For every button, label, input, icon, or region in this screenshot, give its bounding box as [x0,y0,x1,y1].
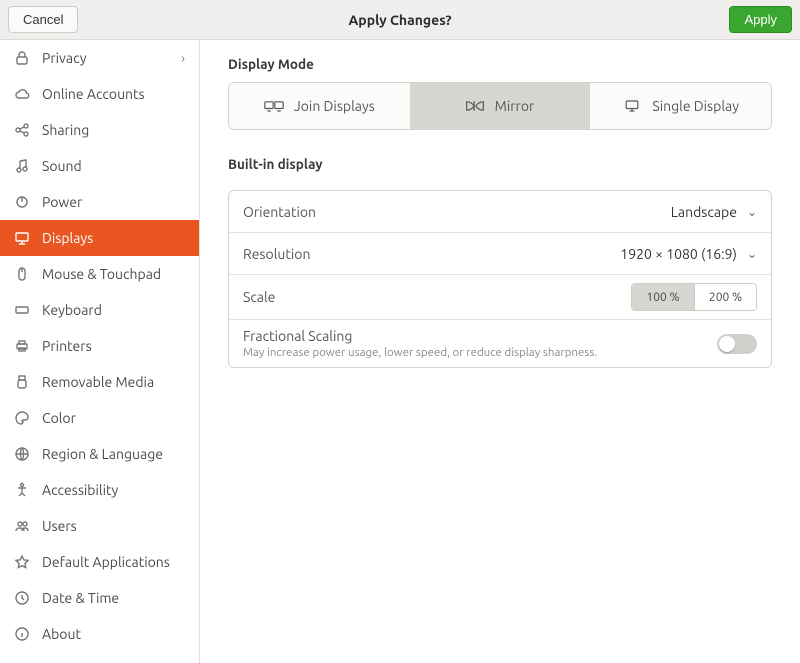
builtin-display-panel: Orientation Landscape ⌄ Resolution 1920 … [228,190,772,368]
chevron-down-icon: ⌄ [747,247,757,261]
display-mode-join[interactable]: Join Displays [229,83,410,129]
cancel-button[interactable]: Cancel [8,6,78,33]
scale-100-button[interactable]: 100 % [632,284,694,310]
sidebar-item-online-accounts[interactable]: Online Accounts [0,76,199,112]
scale-200-button[interactable]: 200 % [694,284,756,310]
sidebar-item-date-time[interactable]: Date & Time [0,580,199,616]
sidebar-item-label: Mouse & Touchpad [42,266,161,282]
users-icon [14,518,30,534]
music-icon [14,158,30,174]
sidebar-item-label: Users [42,518,77,534]
orientation-label: Orientation [243,204,316,220]
usb-icon [14,374,30,390]
displays-icon [14,230,30,246]
cloud-icon [14,86,30,102]
sidebar-item-privacy[interactable]: Privacy › [0,40,199,76]
sidebar-item-label: Online Accounts [42,86,145,102]
sidebar-item-displays[interactable]: Displays [0,220,199,256]
sidebar-item-label: Removable Media [42,374,154,390]
sidebar-item-label: Displays [42,230,93,246]
share-icon [14,122,30,138]
sidebar-item-color[interactable]: Color [0,400,199,436]
apply-button[interactable]: Apply [729,6,792,33]
globe-icon [14,446,30,462]
sidebar-item-power[interactable]: Power [0,184,199,220]
sidebar-item-label: Color [42,410,76,426]
fractional-scaling-label: Fractional Scaling [243,328,597,344]
clock-icon [14,590,30,606]
scale-row: Scale 100 % 200 % [229,275,771,320]
sidebar-item-removable-media[interactable]: Removable Media [0,364,199,400]
sidebar-item-sound[interactable]: Sound [0,148,199,184]
printer-icon [14,338,30,354]
sidebar-item-label: Power [42,194,82,210]
star-icon [14,554,30,570]
sidebar-item-label: Sound [42,158,82,174]
sidebar-item-label: Sharing [42,122,89,138]
seg-label: Single Display [652,98,739,114]
chevron-down-icon: ⌄ [747,205,757,219]
display-mode-segmented: Join Displays Mirror Single Display [228,82,772,130]
sidebar-item-label: Printers [42,338,92,354]
display-mode-single[interactable]: Single Display [590,83,771,129]
fractional-scaling-toggle[interactable] [717,334,757,354]
titlebar: Cancel Apply Changes? Apply [0,0,800,40]
toggle-knob [719,336,735,352]
fractional-scaling-sublabel: May increase power usage, lower speed, o… [243,346,597,359]
scale-label: Scale [243,289,275,305]
power-icon [14,194,30,210]
keyboard-icon [14,302,30,318]
lock-icon [14,50,30,66]
resolution-label: Resolution [243,246,310,262]
orientation-value: Landscape [671,204,737,220]
builtin-display-label: Built-in display [228,156,772,172]
join-displays-icon [264,96,284,116]
sidebar-item-label: About [42,626,81,642]
settings-sidebar: Privacy › Online Accounts Sharing Sound … [0,40,200,663]
scale-segmented: 100 % 200 % [631,283,757,311]
sidebar-item-label: Accessibility [42,482,118,498]
accessibility-icon [14,482,30,498]
seg-label: Mirror [495,98,535,114]
sidebar-item-default-applications[interactable]: Default Applications [0,544,199,580]
display-mode-label: Display Mode [228,56,772,72]
sidebar-item-label: Privacy [42,50,86,66]
fractional-scaling-row: Fractional Scaling May increase power us… [229,320,771,367]
info-icon [14,626,30,642]
main-content: Display Mode Join Displays Mirror [200,40,800,663]
sidebar-item-users[interactable]: Users [0,508,199,544]
sidebar-item-sharing[interactable]: Sharing [0,112,199,148]
sidebar-item-accessibility[interactable]: Accessibility [0,472,199,508]
sidebar-item-keyboard[interactable]: Keyboard [0,292,199,328]
sidebar-item-about[interactable]: About [0,616,199,652]
color-icon [14,410,30,426]
sidebar-item-printers[interactable]: Printers [0,328,199,364]
sidebar-item-label: Keyboard [42,302,102,318]
sidebar-item-mouse[interactable]: Mouse & Touchpad [0,256,199,292]
sidebar-item-label: Region & Language [42,446,163,462]
mirror-icon [465,96,485,116]
resolution-value: 1920 × 1080 (16:9) [620,246,737,262]
sidebar-item-region-language[interactable]: Region & Language [0,436,199,472]
mouse-icon [14,266,30,282]
single-display-icon [622,96,642,116]
orientation-row[interactable]: Orientation Landscape ⌄ [229,191,771,233]
chevron-right-icon: › [181,50,185,66]
display-mode-mirror[interactable]: Mirror [410,83,591,129]
resolution-row[interactable]: Resolution 1920 × 1080 (16:9) ⌄ [229,233,771,275]
sidebar-item-label: Default Applications [42,554,170,570]
window-title: Apply Changes? [0,12,800,28]
seg-label: Join Displays [294,98,375,114]
sidebar-item-label: Date & Time [42,590,119,606]
